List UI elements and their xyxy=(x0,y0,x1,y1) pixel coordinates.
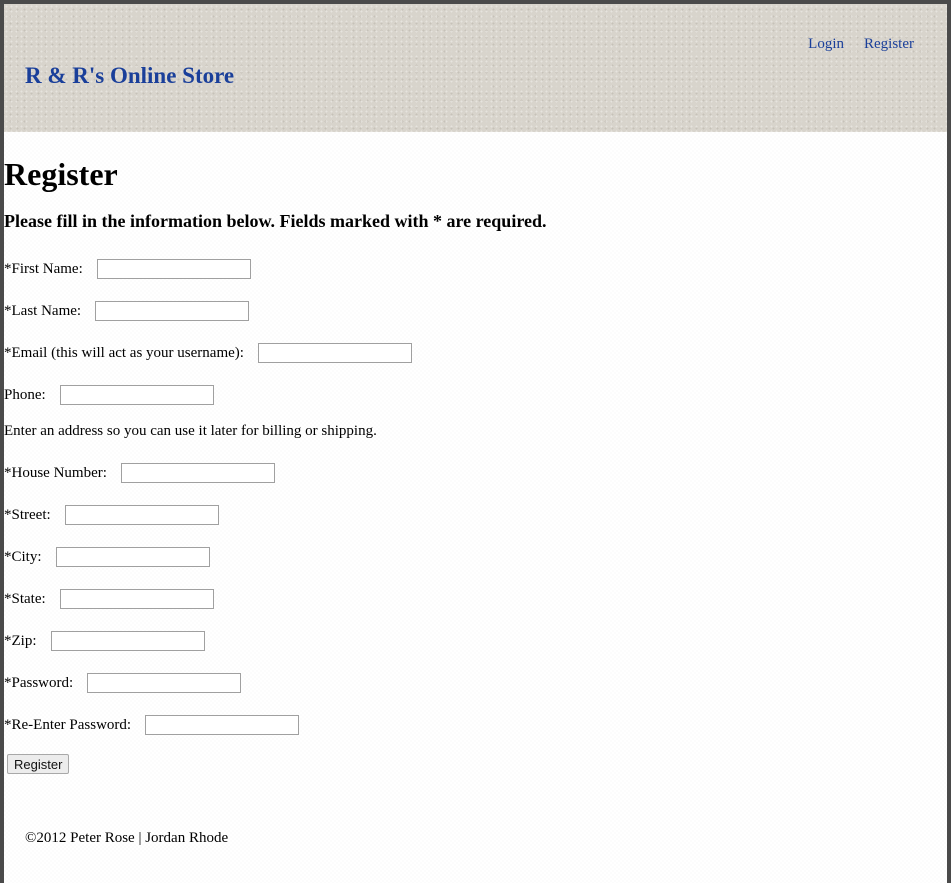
reenter-password-row: *Re-Enter Password: xyxy=(4,714,300,736)
house-number-row: *House Number: xyxy=(4,462,275,484)
street-row: *Street: xyxy=(4,504,219,526)
phone-input[interactable] xyxy=(59,385,214,405)
password-input[interactable] xyxy=(87,673,242,693)
password-row: *Password: xyxy=(4,672,242,694)
reenter-password-input[interactable] xyxy=(145,715,300,735)
password-label: *Password: xyxy=(4,674,74,691)
page-title: Register xyxy=(4,156,118,192)
last-name-input[interactable] xyxy=(95,301,250,321)
state-label: *State: xyxy=(4,590,46,607)
zip-label: *Zip: xyxy=(4,632,37,649)
state-row: *State: xyxy=(4,588,214,610)
last-name-row: *Last Name: xyxy=(4,300,250,322)
site-title: R & R's Online Store xyxy=(25,63,235,88)
login-link[interactable]: Login xyxy=(808,36,844,53)
house-number-input[interactable] xyxy=(120,463,275,483)
top-nav: Login Register xyxy=(808,36,914,53)
first-name-input[interactable] xyxy=(96,259,251,279)
footer-copyright: ©2012 Peter Rose | Jordan Rhode xyxy=(25,830,229,846)
register-submit-button[interactable]: Register xyxy=(7,754,70,774)
register-link[interactable]: Register xyxy=(864,36,914,53)
house-number-label: *House Number: xyxy=(4,464,107,481)
first-name-row: *First Name: xyxy=(4,258,251,280)
email-row: *Email (this will act as your username): xyxy=(4,342,412,364)
city-row: *City: xyxy=(4,546,210,568)
city-input[interactable] xyxy=(55,547,210,567)
reenter-password-label: *Re-Enter Password: xyxy=(4,716,132,733)
street-input[interactable] xyxy=(64,505,219,525)
site-header: R & R's Online Store Login Register xyxy=(4,4,947,132)
form-instructions: Please fill in the information below. Fi… xyxy=(4,211,547,231)
street-label: *Street: xyxy=(4,506,51,523)
first-name-label: *First Name: xyxy=(4,260,83,277)
email-input[interactable] xyxy=(257,343,412,363)
email-label: *Email (this will act as your username): xyxy=(4,344,244,361)
state-input[interactable] xyxy=(59,589,214,609)
phone-label: Phone: xyxy=(4,386,46,403)
city-label: *City: xyxy=(4,548,42,565)
zip-input[interactable] xyxy=(50,631,205,651)
zip-row: *Zip: xyxy=(4,630,205,652)
address-note: Enter an address so you can use it later… xyxy=(4,423,377,439)
last-name-label: *Last Name: xyxy=(4,302,82,319)
browser-page: R & R's Online Store Login Register Regi… xyxy=(4,4,947,883)
phone-row: Phone: xyxy=(4,384,214,406)
